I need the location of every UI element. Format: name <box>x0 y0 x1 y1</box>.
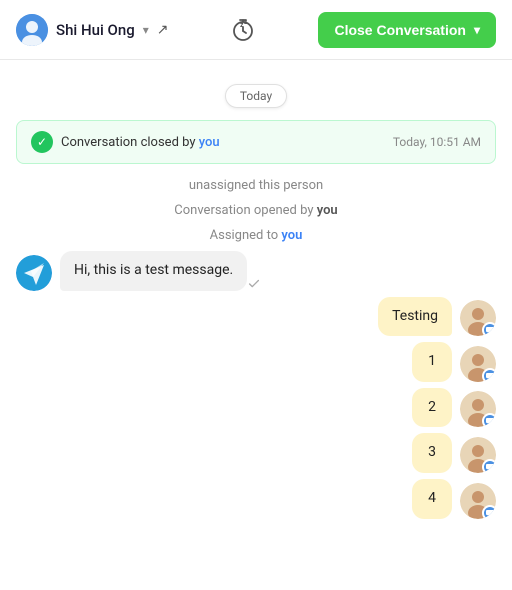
activity-message-3: Assigned to you <box>16 226 496 245</box>
message-text-num1: 1 <box>428 353 436 369</box>
outgoing-avatar-1 <box>460 346 496 382</box>
outgoing-bubble-3: 3 <box>412 433 452 473</box>
message-text-1: Hi, this is a test message. <box>74 262 233 278</box>
close-conversation-button[interactable]: Close Conversation ▾ <box>318 12 496 48</box>
check-circle-icon: ✓ <box>31 131 53 153</box>
message-text-num2: 2 <box>428 399 436 415</box>
message-row-1: Hi, this is a test message. <box>16 251 496 291</box>
activity-bold-you-1: you <box>317 203 338 218</box>
outgoing-bubble-4: 4 <box>412 479 452 519</box>
message-text-num4: 4 <box>428 490 436 506</box>
message-row-6: 4 <box>16 479 496 519</box>
outgoing-avatar-3 <box>460 437 496 473</box>
user-selector[interactable]: Shi Hui Ong ▾ ↗ <box>16 14 168 46</box>
status-timestamp: Today, 10:51 AM <box>393 135 481 149</box>
header: Shi Hui Ong ▾ ↗ z z Close Conversation ▾ <box>0 0 512 60</box>
chat-badge-icon-1 <box>482 368 496 382</box>
activity-message-1: unassigned this person <box>16 176 496 195</box>
chat-badge-icon-2 <box>482 413 496 427</box>
message-text-testing: Testing <box>392 308 438 324</box>
message-row-3: 1 <box>16 342 496 382</box>
outgoing-avatar-4 <box>460 483 496 519</box>
message-row-4: 2 <box>16 388 496 428</box>
outgoing-avatar-testing <box>460 300 496 336</box>
chat-badge-icon-4 <box>482 505 496 519</box>
conversation-status-bar: ✓ Conversation closed by you Today, 10:5… <box>16 120 496 164</box>
svg-text:z: z <box>244 19 247 26</box>
date-divider: Today <box>0 84 512 108</box>
activity-text-3: Assigned to <box>210 228 282 243</box>
activity-message-2: Conversation opened by you <box>16 201 496 220</box>
message-row-5: 3 <box>16 433 496 473</box>
outgoing-bubble-testing: Testing <box>378 297 452 337</box>
close-conversation-label: Close Conversation <box>334 22 465 38</box>
status-text: Conversation closed by you <box>61 135 220 150</box>
telegram-avatar <box>16 255 52 291</box>
status-bar-content: ✓ Conversation closed by you <box>31 131 220 153</box>
chat-area: Today ✓ Conversation closed by you Today… <box>0 60 512 590</box>
timer-icon[interactable]: z z <box>227 14 259 46</box>
chat-badge-icon-3 <box>482 459 496 473</box>
message-text-num3: 3 <box>428 444 436 460</box>
user-name: Shi Hui Ong <box>56 21 135 39</box>
status-prefix: Conversation closed by <box>61 135 199 150</box>
chat-badge-icon <box>482 322 496 336</box>
date-badge: Today <box>225 84 287 108</box>
status-you: you <box>199 135 220 150</box>
message-row-2: Testing <box>16 297 496 337</box>
activity-text-2: Conversation opened by <box>174 203 316 218</box>
activity-text-1: unassigned this person <box>189 178 323 193</box>
read-check-icon <box>247 277 261 291</box>
user-avatar <box>16 14 48 46</box>
outgoing-bubble-2: 2 <box>412 388 452 428</box>
timer-area: z z <box>227 14 259 46</box>
activity-bold-you-2: you <box>281 228 302 243</box>
outgoing-bubble-1: 1 <box>412 342 452 382</box>
dropdown-arrow-icon: ▾ <box>474 23 480 37</box>
outgoing-avatar-2 <box>460 391 496 427</box>
cursor-icon: ↗ <box>157 22 169 38</box>
incoming-avatar <box>16 255 52 291</box>
incoming-bubble-1: Hi, this is a test message. <box>60 251 247 291</box>
chevron-down-icon: ▾ <box>143 23 149 37</box>
